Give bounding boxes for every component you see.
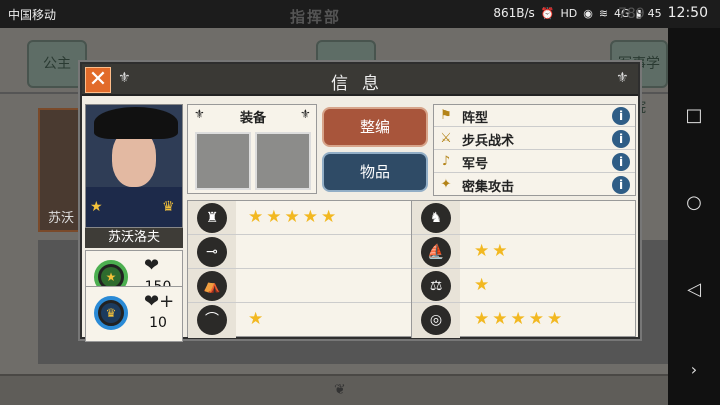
hd-icon: HD <box>560 6 578 20</box>
star-icon: ★ <box>101 267 121 287</box>
back-button[interactable]: ◁ <box>682 278 706 302</box>
formation-icon: ⚑ <box>440 108 452 123</box>
skill-row[interactable]: ⚔ 步兵战术 i <box>434 128 635 150</box>
fortification-icon: ⌒ <box>197 305 227 335</box>
attribute-stars: ★★ <box>474 241 511 261</box>
heart-plus-icon: ❤+ <box>144 291 175 312</box>
attributes-grid: ♜ ★★★★★ ⊸ ⛺ ⌒ ★ ♞ ⛵ ★★ ⚖ ★ ◎ ★★★★★ <box>187 200 636 338</box>
attribute-stars: ★ <box>474 275 493 295</box>
skills-panel: ⚑ 阵型 i ⚔ 步兵战术 i ♪ 军号 i ✦ 密集攻击 i <box>433 104 636 196</box>
equipment-panel: ⚜ 装备 ⚜ <box>187 104 317 194</box>
dialog-header: ✕ ⚜ 信息 ⚜ <box>82 64 638 96</box>
crown-icon: ♛ <box>101 303 121 323</box>
attribute-row: ⊸ <box>188 235 411 269</box>
ornament-icon: ⚜ <box>616 70 629 86</box>
clock: 12:50 <box>667 5 708 21</box>
equipment-slot[interactable] <box>195 132 251 190</box>
skill-label: 军号 <box>462 157 489 172</box>
carrier-label: 中国移动 <box>8 8 57 22</box>
equipment-title: 装备 <box>239 111 266 126</box>
cannon-icon: ⊸ <box>197 237 227 267</box>
skill-label: 阵型 <box>462 111 489 126</box>
info-icon[interactable]: i <box>612 130 630 148</box>
attribute-row: ⛺ <box>188 269 411 303</box>
attribute-stars: ★★★★★ <box>248 207 340 227</box>
attribute-row: ♜ ★★★★★ <box>188 201 411 235</box>
crown-badge: ♛ <box>94 296 128 330</box>
commander-name: 苏沃洛夫 <box>85 228 183 248</box>
recent-apps-button[interactable]: □ <box>682 104 706 128</box>
ornament-icon: ❦ <box>334 382 346 398</box>
info-icon[interactable]: i <box>612 153 630 171</box>
skill-label: 步兵战术 <box>462 134 515 149</box>
info-icon[interactable]: i <box>612 107 630 125</box>
ornament-icon: ⚜ <box>118 70 131 86</box>
balance-icon: ⚖ <box>421 271 451 301</box>
attribute-row: ⛵ ★★ <box>412 235 635 269</box>
crown-icon: ♛ <box>162 199 175 215</box>
regen-stat: ♛ ❤+ 10 <box>85 286 183 342</box>
system-nav-bar: □ ○ ◁ › <box>668 28 720 405</box>
chevron-right-icon[interactable]: › <box>682 358 706 382</box>
dense-attack-icon: ✦ <box>440 177 452 192</box>
cavalry-icon: ♞ <box>421 203 451 233</box>
star-icon: ★ <box>90 199 103 215</box>
alarm-icon: ⏰ <box>540 6 555 20</box>
tab-princess[interactable]: 公主 <box>27 40 87 88</box>
items-button[interactable]: 物品 <box>322 152 428 192</box>
ornament-icon: ⚜ <box>300 107 311 121</box>
status-bar: 中国移动 861B/s ⏰ HD ◉ ≋ 4G ▮ 45 12:50 <box>0 0 720 28</box>
coin-count: 789 <box>618 6 645 22</box>
regen-value: 10 <box>149 315 167 331</box>
game-title: 指挥部 <box>290 8 342 26</box>
target-icon: ◎ <box>421 305 451 335</box>
camp-icon: ⛺ <box>197 271 227 301</box>
attribute-row: ♞ <box>412 201 635 235</box>
skill-row[interactable]: ♪ 军号 i <box>434 151 635 173</box>
info-dialog: ✕ ⚜ 信息 ⚜ ★ ♛ 苏沃洛夫 ★ ❤ 150 ♛ ❤+ 10 ⚜ 装备 ⚜… <box>80 62 640 342</box>
equipment-slot[interactable] <box>255 132 311 190</box>
portrait-hat <box>94 107 178 139</box>
commander-card-name: 苏沃 <box>48 211 75 226</box>
attribute-stars: ★★★★★ <box>474 309 566 329</box>
skill-label: 密集攻击 <box>462 180 515 195</box>
home-button[interactable]: ○ <box>682 191 706 215</box>
heart-icon: ❤ <box>144 255 160 276</box>
navy-icon: ⛵ <box>421 237 451 267</box>
skill-row[interactable]: ✦ 密集攻击 i <box>434 174 635 196</box>
skill-row[interactable]: ⚑ 阵型 i <box>434 105 635 127</box>
bugle-icon: ♪ <box>441 154 451 169</box>
infantry-tactics-icon: ⚔ <box>440 131 452 146</box>
eye-icon: ◉ <box>583 6 593 20</box>
close-button[interactable]: ✕ <box>85 67 111 93</box>
commander-portrait: ★ ♛ <box>85 104 183 228</box>
network-speed: 861B/s <box>493 6 535 20</box>
attribute-row: ⚖ ★ <box>412 269 635 303</box>
info-icon[interactable]: i <box>612 176 630 194</box>
wifi-icon: ≋ <box>598 6 609 20</box>
attribute-row: ⌒ ★ <box>188 303 411 337</box>
reorganize-button[interactable]: 整编 <box>322 107 428 147</box>
infantry-icon: ♜ <box>197 203 227 233</box>
battery-icon: 45 <box>647 6 662 20</box>
close-icon: ✕ <box>88 67 108 92</box>
attribute-row: ◎ ★★★★★ <box>412 303 635 337</box>
attribute-stars: ★ <box>248 309 267 329</box>
dialog-title: 信息 <box>331 74 393 94</box>
